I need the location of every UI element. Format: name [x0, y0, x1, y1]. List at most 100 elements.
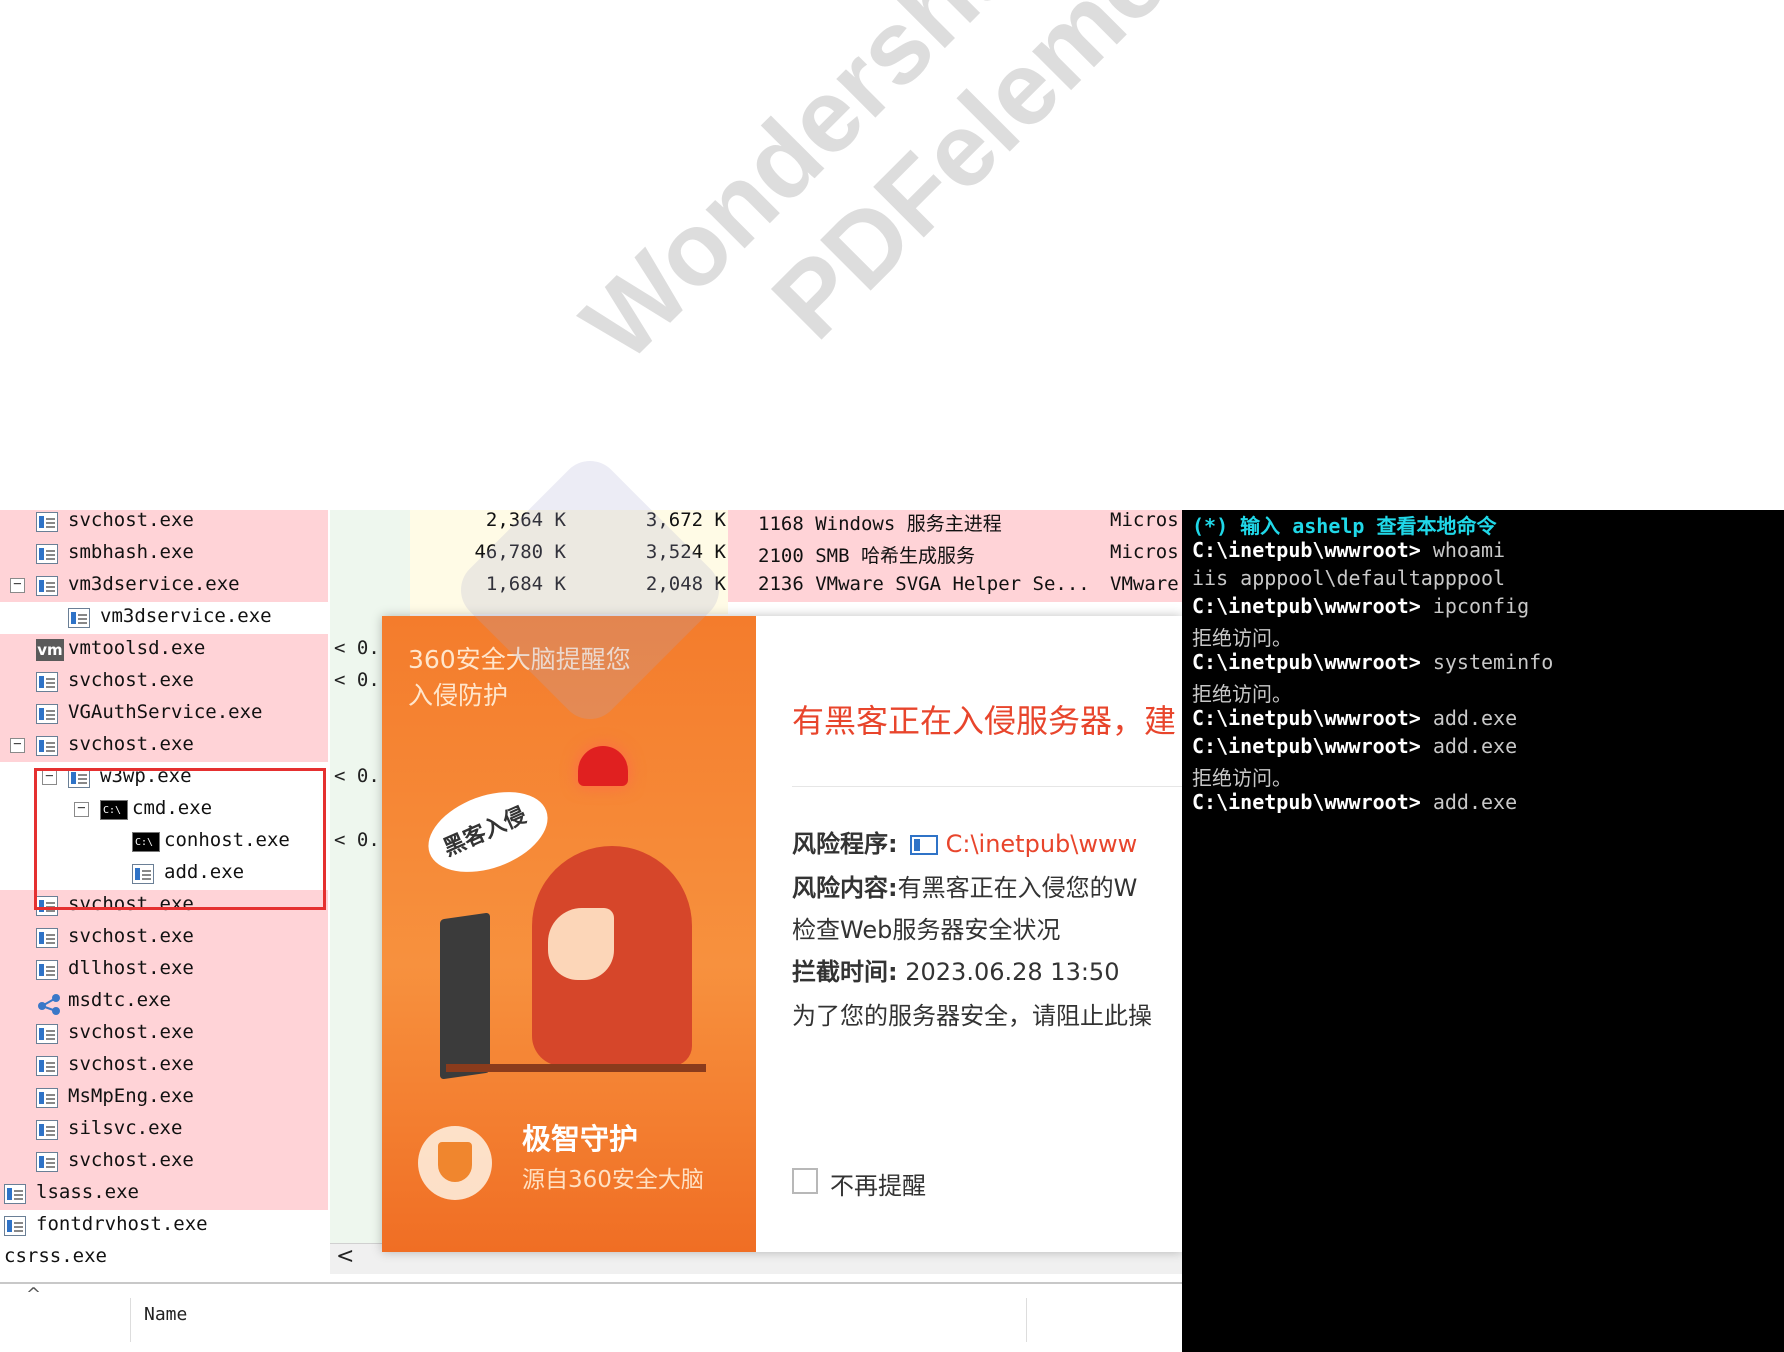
working-set: 3,524 K [645, 541, 726, 563]
process-name: silsvc.exe [68, 1117, 183, 1139]
security-alert-popup: 360安全大脑提醒您 入侵防护 黑客入侵 极智守护 源自360安全大脑 有黑客正… [382, 616, 1182, 1252]
terminal-command-line: C:\inetpub\wwwroot> ipconfig [1192, 594, 1529, 618]
scroll-left-arrow-icon[interactable]: < [336, 1244, 354, 1269]
window-app-icon [36, 736, 58, 756]
terminal-command-line: C:\inetpub\wwwroot> systeminfo [1192, 650, 1553, 674]
window-app-icon [68, 608, 90, 628]
process-name: smbhash.exe [68, 541, 194, 563]
popup-content: 有黑客正在入侵服务器，建 风险程序: C:\inetpub\www 风险内容:有黑… [756, 616, 1182, 1252]
process-name: MsMpEng.exe [68, 1085, 194, 1107]
window-app-icon [36, 576, 58, 596]
process-name: vmtoolsd.exe [68, 637, 206, 659]
risk-program-row: 风险程序: C:\inetpub\www [792, 824, 1137, 859]
terminal-command-line: C:\inetpub\wwwroot> whoami [1192, 538, 1505, 562]
terminal-prompt: C:\inetpub\wwwroot> [1192, 650, 1433, 674]
process-row[interactable]: smbhash.exe 46,780 K 3,524 K 2100 SMB 哈希生成服… [0, 538, 1182, 570]
header-separator [130, 1298, 131, 1342]
popup-banner: 360安全大脑提醒您 入侵防护 黑客入侵 极智守护 源自360安全大脑 [382, 616, 756, 1252]
terminal-command-line: C:\inetpub\wwwroot> add.exe [1192, 706, 1517, 730]
terminal-command: systeminfo [1432, 650, 1554, 674]
watermark-line-2: PDFelement [750, 0, 1258, 361]
working-set: 3,672 K [645, 510, 726, 531]
vmware-icon: vm [36, 639, 64, 661]
footer-title: 极智守护 [522, 1122, 639, 1156]
cpu-value: < 0. [334, 765, 380, 787]
intercept-time-value: 2023.06.28 13:50 [905, 958, 1120, 986]
window-app-icon [36, 1152, 58, 1172]
watermark: Wondershare PDFelement [560, 0, 1259, 468]
brand-title: 360安全大脑提醒您 [408, 645, 631, 674]
collapse-toggle-icon[interactable]: − [10, 737, 25, 753]
terminal-help-line: (*) 输入 ashelp 查看本地命令 [1192, 514, 1497, 538]
risk-content-text: 有黑客正在入侵您的W [897, 874, 1138, 902]
process-name: svchost.exe [68, 669, 194, 691]
private-bytes: 46,780 K [474, 541, 566, 563]
risk-program-path[interactable]: C:\inetpub\www [946, 830, 1138, 858]
check-web-server-text: 检查Web服务器安全状况 [792, 916, 1061, 944]
risk-content-row: 风险内容:有黑客正在入侵您的W [792, 868, 1137, 903]
collapse-toggle-icon[interactable]: − [10, 577, 25, 593]
terminal-command: add.exe [1432, 734, 1518, 758]
process-description: 2100 SMB 哈希生成服务 [758, 545, 975, 567]
alarm-siren-icon [578, 746, 628, 786]
terminal-command: add.exe [1432, 706, 1518, 730]
risk-program-label: 风险程序: [792, 830, 898, 858]
window-app-icon [36, 960, 58, 980]
dont-remind-label[interactable]: 不再提醒 [830, 1166, 926, 1201]
shield-icon [418, 1126, 492, 1200]
footer-subtitle: 源自360安全大脑 [522, 1167, 704, 1193]
alert-title: 有黑客正在入侵服务器，建 [792, 702, 1177, 740]
window-app-icon [36, 512, 58, 532]
process-name: vm3dservice.exe [100, 605, 272, 627]
advice-text: 为了您的服务器安全，请阻止此操 [792, 1002, 1152, 1030]
process-name: csrss.exe [4, 1245, 107, 1267]
process-row[interactable]: svchost.exe 2,364 K 3,672 K 1168 Windows 服务… [0, 510, 1182, 538]
company-name: Micros [1110, 541, 1179, 563]
terminal-command: add.exe [1432, 790, 1518, 814]
terminal-output-line: 拒绝访问。 [1192, 766, 1292, 790]
private-bytes: 1,684 K [485, 573, 566, 595]
webshell-terminal[interactable]: (*) 输入 ashelp 查看本地命令 C:\inetpub\wwwroot>… [1182, 510, 1784, 1352]
process-name: msdtc.exe [68, 989, 171, 1011]
program-file-icon [909, 835, 938, 855]
process-description: 1168 Windows 服务主进程 [758, 513, 1002, 535]
cpu-value: < 0. [334, 637, 380, 659]
window-app-icon [36, 1024, 58, 1044]
process-row[interactable]: − vm3dservice.exe 1,684 K 2,048 K 2136 VMwar… [0, 570, 1182, 602]
header-separator [1026, 1298, 1027, 1342]
terminal-prompt: C:\inetpub\wwwroot> [1192, 706, 1433, 730]
terminal-command: ipconfig [1432, 594, 1530, 618]
window-app-icon [36, 1088, 58, 1108]
intercept-time-label: 拦截时间: [792, 958, 898, 986]
terminal-command: whoami [1432, 538, 1506, 562]
intrusion-protection-label: 入侵防护 [408, 681, 509, 710]
process-name: svchost.exe [68, 733, 194, 755]
watermark-line-1: Wondershare [560, 0, 1112, 383]
highlight-box [34, 768, 326, 910]
cpu-value: < 0. [334, 829, 380, 851]
process-name: vm3dservice.exe [68, 573, 240, 595]
sort-caret-icon[interactable]: ^ [26, 1284, 41, 1305]
terminal-command-line: C:\inetpub\wwwroot> add.exe [1192, 734, 1517, 758]
monitor-illustration [440, 912, 490, 1080]
terminal-command-line: C:\inetpub\wwwroot> add.exe [1192, 790, 1517, 814]
process-name: fontdrvhost.exe [36, 1213, 208, 1235]
private-bytes: 2,364 K [485, 510, 566, 531]
process-name: svchost.exe [68, 1021, 194, 1043]
terminal-prompt: C:\inetpub\wwwroot> [1192, 734, 1433, 758]
process-name: svchost.exe [68, 925, 194, 947]
window-app-icon [36, 704, 58, 724]
process-name: svchost.exe [68, 1149, 194, 1171]
window-app-icon [4, 1184, 26, 1204]
process-name: VGAuthService.exe [68, 701, 263, 723]
dont-remind-checkbox[interactable] [792, 1168, 818, 1194]
window-app-icon [36, 1056, 58, 1076]
terminal-output-line: iis apppool\defaultapppool [1192, 566, 1506, 590]
hacker-face-illustration [548, 908, 614, 980]
terminal-output-line: 拒绝访问。 [1192, 626, 1292, 650]
column-header-name[interactable]: Name [144, 1304, 187, 1325]
terminal-prompt: C:\inetpub\wwwroot> [1192, 538, 1433, 562]
window-app-icon [4, 1216, 26, 1236]
window-app-icon [36, 544, 58, 564]
window-app-icon [36, 672, 58, 692]
